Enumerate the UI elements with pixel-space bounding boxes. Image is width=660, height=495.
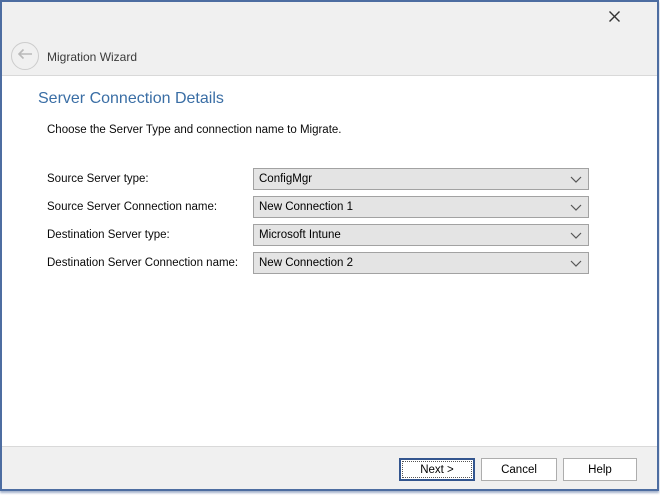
dropdown-selected-value: ConfigMgr <box>254 173 564 185</box>
cancel-button[interactable]: Cancel <box>481 458 557 481</box>
close-icon <box>608 10 621 28</box>
form-row-destination-connection-name: Destination Server Connection name: New … <box>2 252 657 274</box>
chevron-down-icon <box>564 260 588 267</box>
form-row-source-server-type: Source Server type: ConfigMgr <box>2 168 657 190</box>
back-arrow-icon <box>17 47 33 65</box>
wizard-title: Migration Wizard <box>47 50 137 64</box>
destination-server-type-dropdown[interactable]: Microsoft Intune <box>253 224 589 246</box>
field-label-source-server-type: Source Server type: <box>47 168 149 190</box>
dropdown-selected-value: New Connection 2 <box>254 257 564 269</box>
source-connection-name-dropdown[interactable]: New Connection 1 <box>253 196 589 218</box>
form-row-source-connection-name: Source Server Connection name: New Conne… <box>2 196 657 218</box>
dropdown-selected-value: Microsoft Intune <box>254 229 564 241</box>
field-label-destination-connection-name: Destination Server Connection name: <box>47 252 238 274</box>
destination-connection-name-dropdown[interactable]: New Connection 2 <box>253 252 589 274</box>
field-label-destination-server-type: Destination Server type: <box>47 224 170 246</box>
wizard-header: Migration Wizard <box>2 2 657 76</box>
field-label-source-connection-name: Source Server Connection name: <box>47 196 217 218</box>
page-subtitle: Choose the Server Type and connection na… <box>47 124 342 136</box>
source-server-type-dropdown[interactable]: ConfigMgr <box>253 168 589 190</box>
close-button[interactable] <box>599 6 629 32</box>
chevron-down-icon <box>564 204 588 211</box>
next-button[interactable]: Next > <box>399 458 475 481</box>
page-title: Server Connection Details <box>38 90 224 108</box>
chevron-down-icon <box>564 232 588 239</box>
wizard-page: Server Connection Details Choose the Ser… <box>2 77 657 448</box>
form-row-destination-server-type: Destination Server type: Microsoft Intun… <box>2 224 657 246</box>
chevron-down-icon <box>564 176 588 183</box>
help-button[interactable]: Help <box>563 458 637 481</box>
wizard-dialog: Migration Wizard Server Connection Detai… <box>0 0 659 491</box>
wizard-footer: Next > Cancel Help <box>2 446 657 489</box>
dropdown-selected-value: New Connection 1 <box>254 201 564 213</box>
back-button[interactable] <box>11 42 39 70</box>
